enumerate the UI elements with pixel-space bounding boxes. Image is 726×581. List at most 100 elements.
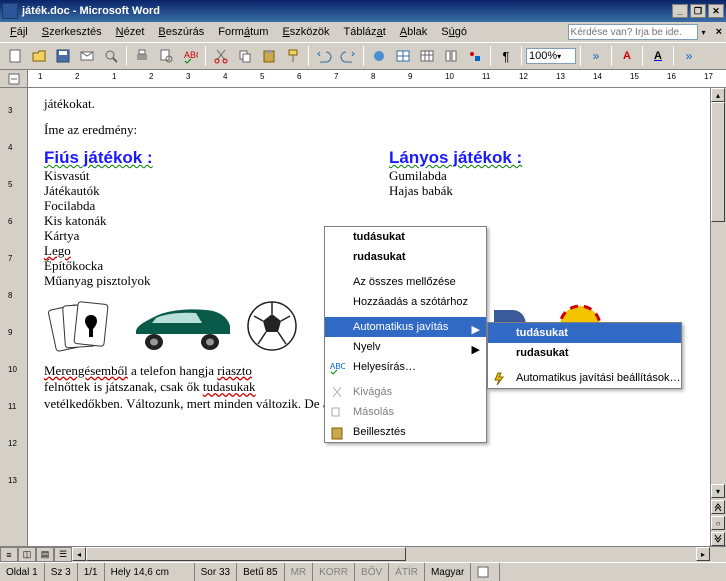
status-language[interactable]: Magyar	[425, 563, 471, 581]
add-dictionary-item[interactable]: Hozzáadás a szótárhoz	[325, 292, 486, 312]
redo-button[interactable]	[337, 45, 359, 67]
menu-help[interactable]: Súgó	[435, 24, 473, 40]
submenu-arrow-icon: ▶	[472, 343, 480, 356]
menu-format[interactable]: Formátum	[212, 24, 274, 40]
cut-icon	[329, 385, 345, 401]
paste-button[interactable]	[258, 45, 280, 67]
list-item: Lego	[44, 244, 349, 259]
hyperlink-button[interactable]	[368, 45, 390, 67]
lightning-icon	[492, 371, 508, 387]
heading-boys: Fiús játékok :	[44, 148, 349, 168]
statusbar: Oldal 1 Sz 3 1/1 Hely 14,6 cm Sor 33 Bet…	[0, 562, 726, 581]
undo-button[interactable]	[313, 45, 335, 67]
help-dropdown-icon[interactable]: ▾	[702, 28, 706, 37]
scroll-right-button[interactable]: ▸	[696, 547, 710, 561]
svg-text:ABC: ABC	[330, 362, 345, 371]
table-button[interactable]	[392, 45, 414, 67]
restore-button[interactable]: ❐	[690, 4, 706, 18]
status-page: Oldal 1	[0, 563, 45, 581]
paste-item[interactable]: Beillesztés	[325, 422, 486, 442]
doc-text: Íme az eredmény:	[44, 122, 694, 138]
copy-item: Másolás	[325, 402, 486, 422]
menu-table[interactable]: Táblázat	[338, 24, 392, 40]
new-button[interactable]	[4, 45, 26, 67]
font-color-button[interactable]: A	[647, 45, 669, 67]
autocorrect-settings-item[interactable]: Automatikus javítási beállítások…	[488, 368, 681, 388]
language-item[interactable]: Nyelv ▶	[325, 337, 486, 357]
horizontal-ruler[interactable]: 121234567891011121314151617	[0, 70, 726, 88]
scroll-thumb[interactable]	[711, 102, 725, 222]
next-page-button[interactable]	[711, 532, 725, 546]
browse-object-button[interactable]: ○	[711, 516, 725, 530]
menu-insert[interactable]: Beszúrás	[152, 24, 210, 40]
spell-context-menu: tudásukat rudasukat Az összes mellőzése …	[324, 226, 487, 443]
print-view-button[interactable]: ▤	[36, 547, 54, 562]
menu-tools[interactable]: Eszközök	[276, 24, 335, 40]
list-item: Gumilabda	[389, 169, 694, 184]
close-pane-icon[interactable]: ×	[716, 26, 722, 38]
scroll-thumb-h[interactable]	[86, 547, 406, 561]
normal-view-button[interactable]: ≡	[0, 547, 18, 562]
copy-button[interactable]	[234, 45, 256, 67]
ignore-all-item[interactable]: Az összes mellőzése	[325, 272, 486, 292]
sub-suggestion-item[interactable]: rudasukat	[488, 343, 681, 363]
menu-edit[interactable]: Szerkesztés	[36, 24, 108, 40]
show-marks-button[interactable]: ¶	[495, 45, 517, 67]
list-item: Focilabda	[44, 199, 349, 214]
list-item	[389, 199, 694, 214]
status-korr[interactable]: KORR	[313, 563, 355, 581]
status-atir[interactable]: ÁTÍR	[389, 563, 425, 581]
preview-button[interactable]	[155, 45, 177, 67]
format-painter-button[interactable]	[282, 45, 304, 67]
prev-page-button[interactable]	[711, 500, 725, 514]
more-formatting-icon[interactable]: »	[678, 45, 700, 67]
menu-view[interactable]: Nézet	[110, 24, 151, 40]
doc-text: játékokat.	[44, 96, 694, 112]
menu-file[interactable]: Fájl	[4, 24, 34, 40]
clipart-car	[126, 302, 236, 350]
highlight-button[interactable]: A	[616, 45, 638, 67]
status-section: Sz 3	[45, 563, 78, 581]
spellcheck-icon: ABC	[329, 360, 345, 376]
status-mr[interactable]: MR	[285, 563, 314, 581]
menu-window[interactable]: Ablak	[394, 24, 434, 40]
insert-table-button[interactable]	[416, 45, 438, 67]
print-button[interactable]	[131, 45, 153, 67]
status-bov[interactable]: BŐV	[355, 563, 389, 581]
zoom-combo[interactable]: 100%▾	[526, 48, 576, 64]
help-input[interactable]	[568, 24, 698, 40]
more-buttons-icon[interactable]: »	[585, 45, 607, 67]
suggestion-item[interactable]: tudásukat	[325, 227, 486, 247]
horizontal-scrollbar[interactable]	[86, 547, 696, 562]
scroll-left-button[interactable]: ◂	[72, 547, 86, 561]
document-page[interactable]: játékokat. Íme az eredmény: Fiús játékok…	[28, 88, 710, 546]
search-button[interactable]	[100, 45, 122, 67]
sub-suggestion-item[interactable]: tudásukat	[488, 323, 681, 343]
spell-button[interactable]: ABC	[179, 45, 201, 67]
web-view-button[interactable]: ◫	[18, 547, 36, 562]
vertical-ruler[interactable]: 345678910111213	[0, 88, 28, 546]
drawing-button[interactable]	[464, 45, 486, 67]
submenu-arrow-icon: ▶	[472, 323, 480, 336]
close-button[interactable]: ✕	[708, 4, 724, 18]
columns-button[interactable]	[440, 45, 462, 67]
cut-item: Kivágás	[325, 382, 486, 402]
minimize-button[interactable]: _	[672, 4, 688, 18]
cut-button[interactable]	[210, 45, 232, 67]
clipart-ball	[246, 300, 298, 352]
status-spell-icon[interactable]	[471, 563, 500, 581]
spelling-item[interactable]: ABC Helyesírás…	[325, 357, 486, 377]
status-position: Hely 14,6 cm	[105, 563, 195, 581]
paste-icon	[329, 425, 345, 441]
open-button[interactable]	[28, 45, 50, 67]
autocorrect-item[interactable]: Automatikus javítás ▶	[325, 317, 486, 337]
list-item: Hajas babák	[389, 184, 694, 199]
mail-button[interactable]	[76, 45, 98, 67]
scroll-down-button[interactable]: ▾	[711, 484, 725, 498]
vertical-scrollbar[interactable]: ▴ ▾ ○	[710, 88, 726, 546]
suggestion-item[interactable]: rudasukat	[325, 247, 486, 267]
status-column: Betű 85	[237, 563, 284, 581]
scroll-up-button[interactable]: ▴	[711, 88, 725, 102]
save-button[interactable]	[52, 45, 74, 67]
outline-view-button[interactable]: ☰	[54, 547, 72, 562]
